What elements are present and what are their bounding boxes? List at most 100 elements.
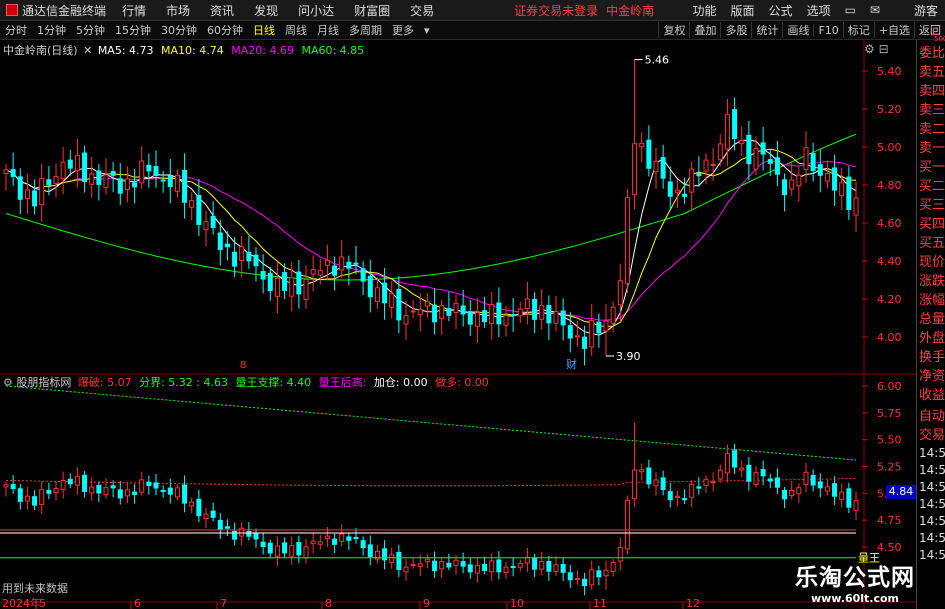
- mail-icon[interactable]: ✉: [863, 3, 887, 17]
- indicator-candle: [296, 542, 302, 556]
- menu-item-news[interactable]: 资讯: [200, 2, 244, 19]
- candle-body: [53, 176, 59, 184]
- period-tab[interactable]: 15分钟: [110, 22, 156, 38]
- candle-body: [632, 143, 638, 196]
- candle-body: [3, 169, 9, 175]
- period-tab-daily[interactable]: 日线: [248, 22, 280, 38]
- toolbar-button[interactable]: +自选: [873, 22, 914, 38]
- auto-trade-label[interactable]: 自动: [917, 407, 945, 426]
- period-tab[interactable]: 30分钟: [156, 22, 202, 38]
- period-tab[interactable]: 5分钟: [71, 22, 110, 38]
- indicator-candle: [460, 561, 466, 567]
- order-book-row: 买四: [919, 217, 945, 232]
- menu-item-function[interactable]: 功能: [686, 2, 724, 19]
- indicator-candle: [153, 482, 159, 489]
- candle-body: [496, 302, 502, 325]
- period-tab[interactable]: 1分钟: [32, 22, 71, 38]
- indicator-candle: [189, 501, 195, 507]
- menu-item-formula[interactable]: 公式: [762, 2, 800, 19]
- candle-body: [574, 335, 580, 338]
- auto-trade-label[interactable]: 交易: [917, 426, 945, 445]
- candle-body: [746, 134, 752, 165]
- toolbar-button[interactable]: 叠加: [689, 22, 720, 38]
- toolbar-button[interactable]: 统计: [751, 22, 782, 38]
- toolbar-button[interactable]: F10: [813, 23, 842, 37]
- indicator-candle: [60, 479, 66, 491]
- candle-body: [110, 171, 116, 176]
- indicator-candle: [532, 557, 538, 570]
- period-tab[interactable]: 分时: [0, 22, 32, 38]
- window-minimize-icon[interactable]: ▭: [838, 3, 863, 17]
- candle-body: [324, 260, 330, 266]
- candle-body: [532, 298, 538, 320]
- indicator-candle: [560, 563, 566, 573]
- candle-body: [146, 164, 152, 172]
- indicator-candle: [653, 479, 659, 487]
- candle-body: [760, 142, 766, 155]
- candle-body: [774, 157, 780, 175]
- period-tab[interactable]: 月线: [312, 22, 344, 38]
- menu-item-market[interactable]: 市场: [156, 2, 200, 19]
- finance-marker: 财: [566, 357, 577, 371]
- indicator-candle: [3, 484, 9, 488]
- corner-number: 500: [934, 35, 945, 43]
- indicator-candle: [253, 532, 259, 540]
- menu-item-layout[interactable]: 版面: [724, 2, 762, 19]
- toolbar-button[interactable]: 复权: [658, 22, 689, 38]
- candle-body: [103, 174, 109, 189]
- indicator-candle: [46, 489, 52, 494]
- menu-item-ask[interactable]: 问小达: [288, 2, 344, 19]
- menu-item-trade[interactable]: 交易: [400, 2, 444, 19]
- period-tab[interactable]: 多周期: [344, 22, 387, 38]
- indicator-candle: [317, 541, 323, 545]
- low-label: 3.90: [616, 350, 641, 363]
- candle-body: [810, 152, 816, 171]
- kline-chart[interactable]: 5.40 5.20 5.00 4.80 4.60 4.40 4.20 4.00 6.00 5.75…: [0, 40, 916, 609]
- indicator-candle: [324, 535, 330, 540]
- indicator-candle: [32, 496, 38, 506]
- event-marker: 8: [240, 360, 246, 371]
- candle-body: [117, 178, 123, 194]
- candle-body: [167, 175, 173, 188]
- more-chevron-icon[interactable]: ▾: [419, 24, 435, 37]
- indicator-candle: [753, 472, 759, 485]
- period-toolbar: 分时 1分钟 5分钟 15分钟 30分钟 60分钟 日线 周线 月线 多周期 更…: [0, 21, 945, 40]
- indicator-candle: [424, 558, 430, 563]
- indicator-candle: [760, 469, 766, 477]
- candle-body: [460, 305, 466, 315]
- candle-body: [846, 176, 852, 211]
- indicator-candle: [360, 540, 366, 549]
- menu-item-discover[interactable]: 发现: [244, 2, 288, 19]
- candle-body: [517, 308, 523, 317]
- indicator-candle: [210, 510, 216, 518]
- toolbar-button[interactable]: 标记: [842, 22, 874, 38]
- month-label: 10: [510, 597, 524, 609]
- month-label: 12: [686, 597, 700, 609]
- toolbar-button[interactable]: 多股: [720, 22, 751, 38]
- candle-body: [274, 277, 280, 297]
- menu-item-options[interactable]: 选项: [800, 2, 838, 19]
- indicator-candle: [839, 491, 845, 500]
- period-tab[interactable]: 60分钟: [202, 22, 248, 38]
- toolbar-button[interactable]: 画线: [782, 22, 813, 38]
- year-label: 2024年: [2, 596, 41, 609]
- order-book-row: 卖四: [919, 84, 945, 99]
- candle-body: [239, 246, 245, 262]
- ma5-line: [5, 139, 857, 336]
- menu-item-wealth[interactable]: 财富圈: [344, 2, 400, 19]
- candle-body: [503, 315, 509, 326]
- indicator-candle: [660, 477, 666, 490]
- candle-body: [317, 270, 323, 276]
- candle-body: [67, 159, 73, 169]
- guest-label[interactable]: 游客: [907, 2, 945, 19]
- candle-body: [10, 169, 16, 177]
- menu-item-quotes[interactable]: 行情: [112, 2, 156, 19]
- candle-body: [367, 275, 373, 298]
- indicator-candle: [339, 533, 345, 542]
- candle-body: [32, 190, 38, 207]
- price-tick-label: 5.00: [877, 141, 902, 154]
- period-tab[interactable]: 周线: [280, 22, 312, 38]
- login-warning[interactable]: 证券交易未登录: [514, 2, 598, 19]
- period-tab-more[interactable]: 更多: [387, 22, 419, 38]
- tick-time: 14:56: [919, 548, 945, 562]
